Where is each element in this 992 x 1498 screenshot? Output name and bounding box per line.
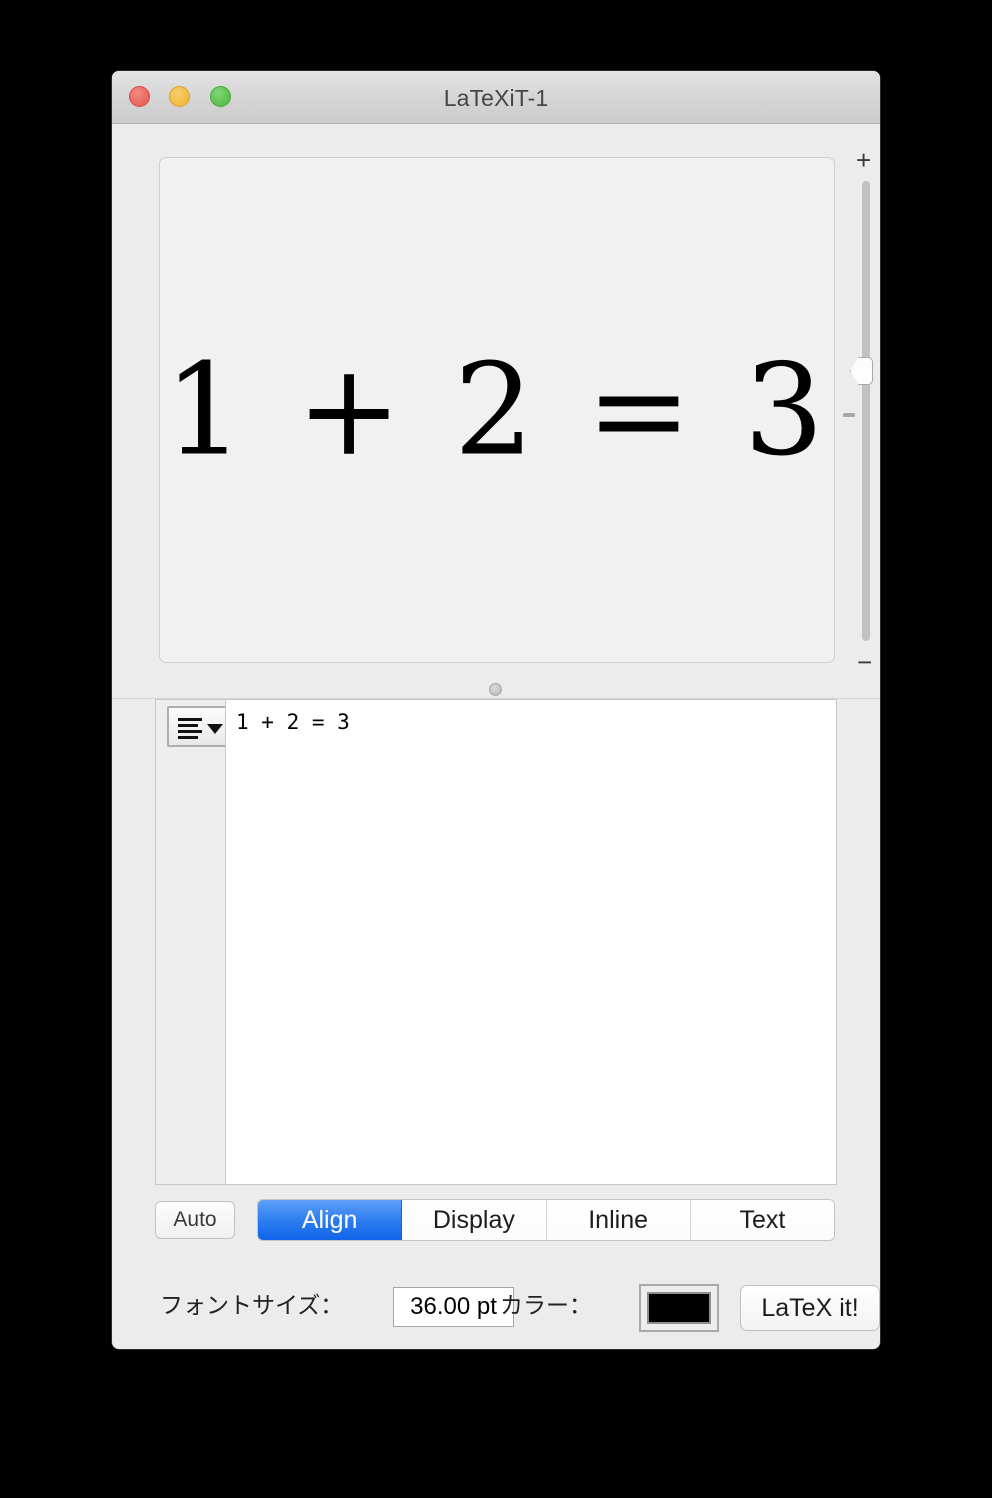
editor-gutter (155, 699, 230, 1185)
fontsize-label: フォントサイズ： (160, 1292, 344, 1318)
color-label: カラー： (500, 1292, 592, 1318)
zoom-in-icon[interactable]: + (856, 147, 871, 173)
options-row: フォントサイズ： 36.00 pt カラー： LaTeX it! (155, 1283, 880, 1335)
splitter-handle-icon[interactable] (489, 683, 502, 696)
list-menu-icon (178, 718, 202, 742)
zoom-slider[interactable]: + − (841, 147, 880, 675)
equation-preview-pane[interactable]: 1 + 2 = 3 (159, 157, 835, 663)
screen: LaTeXiT-1 1 + 2 = 3 + − 1 + 2 = 3 Auto A… (0, 0, 992, 1498)
latex-editor: 1 + 2 = 3 (155, 699, 837, 1185)
mode-segment-display[interactable]: Display (402, 1200, 547, 1240)
zoom-out-icon[interactable]: − (857, 649, 872, 675)
window-titlebar: LaTeXiT-1 (112, 71, 880, 124)
auto-button[interactable]: Auto (155, 1201, 235, 1239)
latex-source-input[interactable]: 1 + 2 = 3 (225, 699, 837, 1185)
chevron-down-icon (207, 724, 223, 734)
editor-menu-button[interactable] (167, 706, 230, 747)
mode-segment-text[interactable]: Text (690, 1200, 834, 1240)
pane-splitter[interactable] (112, 677, 880, 699)
latexit-button[interactable]: LaTeX it! (740, 1285, 880, 1331)
color-well[interactable] (639, 1284, 719, 1332)
mode-bar: Auto Align Display Inline Text (155, 1200, 845, 1240)
color-swatch (647, 1292, 711, 1324)
zoom-slider-tick (843, 413, 855, 417)
mode-segment-align[interactable]: Align (258, 1200, 403, 1240)
fontsize-input[interactable]: 36.00 pt (393, 1287, 514, 1327)
mode-segment-inline[interactable]: Inline (546, 1200, 691, 1240)
window-title: LaTeXiT-1 (443, 85, 549, 111)
rendered-equation: 1 + 2 = 3 (164, 336, 830, 484)
zoom-slider-track[interactable] (862, 181, 870, 641)
mode-segmented-control: Align Display Inline Text (258, 1200, 834, 1240)
latexit-window: LaTeXiT-1 1 + 2 = 3 + − 1 + 2 = 3 Auto A… (112, 71, 880, 1349)
zoom-slider-thumb[interactable] (850, 357, 873, 385)
